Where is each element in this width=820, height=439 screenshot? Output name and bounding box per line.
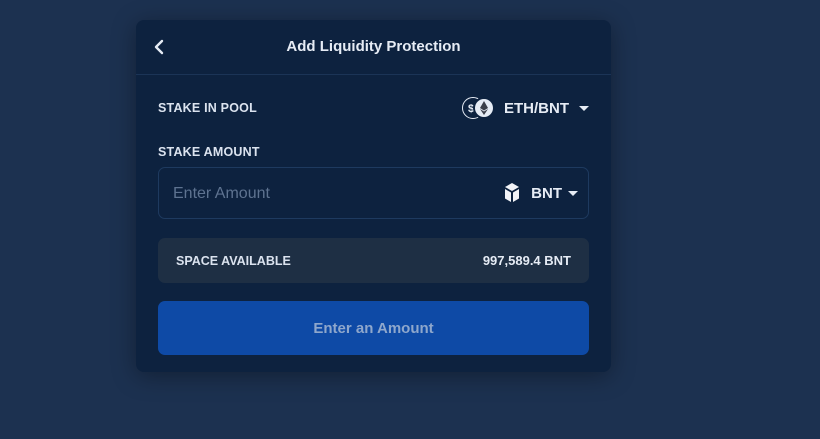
stake-pool-label: STAKE IN POOL <box>158 101 257 115</box>
stake-amount-field: BNT <box>158 167 589 220</box>
page-title: Add Liquidity Protection <box>286 38 461 55</box>
bnt-logo-icon <box>505 183 520 202</box>
amount-input[interactable] <box>171 168 475 220</box>
caret-down-icon <box>579 105 589 111</box>
space-available-panel: SPACE AVAILABLE 997,589.4 BNT <box>158 238 589 283</box>
token-selector[interactable]: BNT <box>503 181 578 205</box>
caret-down-icon <box>568 190 578 196</box>
stake-amount-label: STAKE AMOUNT <box>158 145 260 159</box>
eth-coin-icon <box>473 97 495 119</box>
liquidity-protection-card: Add Liquidity Protection STAKE IN POOL $… <box>136 20 611 372</box>
space-available-value: 997,589.4 BNT <box>482 253 571 268</box>
token-name: BNT <box>531 184 562 202</box>
pool-selector[interactable]: $ ETH/BNT <box>462 96 589 120</box>
pool-token-icons: $ <box>462 96 496 120</box>
space-available-label: SPACE AVAILABLE <box>176 254 291 268</box>
card-header: Add Liquidity Protection <box>136 20 611 75</box>
pool-name: ETH/BNT <box>504 99 569 117</box>
enter-amount-button[interactable]: Enter an Amount <box>158 301 589 355</box>
